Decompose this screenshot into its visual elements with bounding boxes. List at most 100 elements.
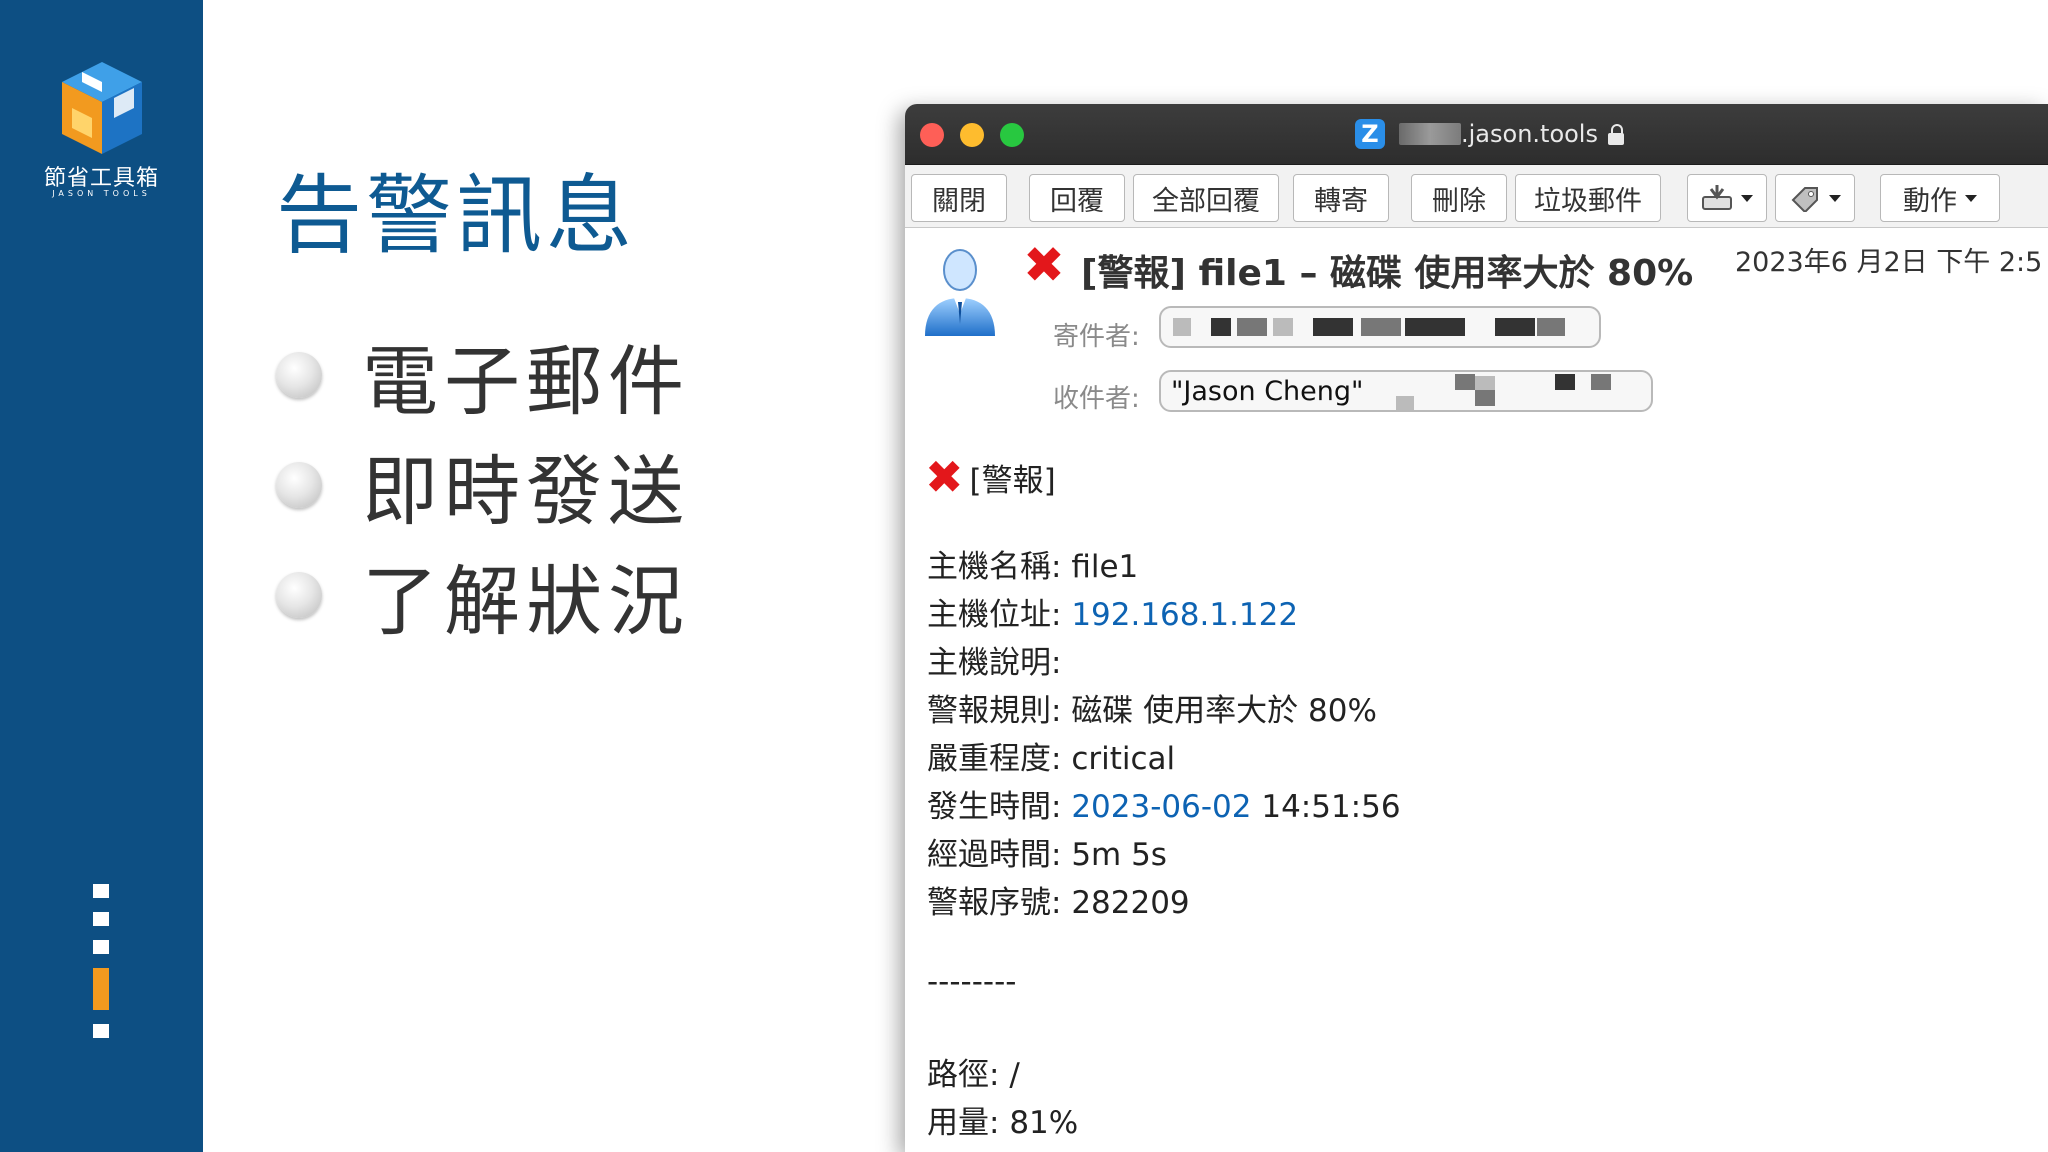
- minimize-window-button[interactable]: [960, 123, 984, 147]
- separator-line: --------: [927, 964, 1017, 1000]
- detail-label: 主機名稱: [927, 549, 1051, 585]
- redacted-pixels: [1455, 374, 1475, 390]
- close-window-button[interactable]: [920, 123, 944, 147]
- bullet-text: 電子郵件: [362, 337, 690, 426]
- progress-dot-active: [93, 968, 109, 1010]
- reply-button[interactable]: 回覆: [1029, 174, 1125, 222]
- alert-heading-text: [警報]: [969, 462, 1056, 499]
- detail-label: 發生時間: [927, 789, 1051, 825]
- alert-details-extra: 路徑: / 用量: 81%: [927, 1049, 1078, 1145]
- alert-detail-row: 主機名稱: file1: [927, 549, 1139, 585]
- to-field[interactable]: "Jason Cheng": [1159, 370, 1653, 412]
- to-value: "Jason Cheng": [1171, 375, 1364, 407]
- delete-button[interactable]: 刪除: [1411, 174, 1507, 222]
- close-button[interactable]: 關閉: [911, 174, 1007, 222]
- mail-toolbar: 關閉 回覆 全部回覆 轉寄 刪除 垃圾郵件 動作: [905, 165, 2048, 228]
- detail-value: /: [1009, 1057, 1020, 1093]
- from-field[interactable]: [1159, 306, 1601, 348]
- chevron-down-icon: [1829, 194, 1841, 202]
- detail-label: 路徑: [927, 1057, 989, 1093]
- from-label: 寄件者:: [1053, 322, 1140, 352]
- redacted-pixels: [1555, 374, 1575, 390]
- bullet-list: 電子郵件 即時發送 了解狀況: [276, 320, 690, 650]
- detail-value: 5m 5s: [1071, 837, 1167, 873]
- move-menu-button[interactable]: [1687, 174, 1767, 222]
- redacted-pixels: [1173, 318, 1191, 336]
- window-title-text: .jason.tools: [1461, 120, 1598, 148]
- tag-menu-button[interactable]: [1775, 174, 1855, 222]
- progress-dot: [93, 940, 109, 954]
- detail-value: 81%: [1009, 1105, 1079, 1141]
- bullet-dot-icon: [276, 462, 322, 508]
- alert-detail-row: 主機說明:: [927, 645, 1062, 681]
- to-label: 收件者:: [1053, 384, 1140, 414]
- spam-button[interactable]: 垃圾郵件: [1515, 174, 1661, 222]
- detail-label: 警報規則: [927, 693, 1051, 729]
- brand-name-en: JASON TOOLS: [52, 189, 151, 198]
- redacted-subdomain: [1399, 123, 1461, 145]
- bullet-text: 即時發送: [362, 447, 690, 536]
- forward-button[interactable]: 轉寄: [1293, 174, 1389, 222]
- detail-label: 主機說明: [927, 645, 1051, 681]
- redacted-pixels: [1475, 390, 1495, 406]
- lock-icon: [1607, 124, 1624, 145]
- detail-value: 14:51:56: [1261, 789, 1401, 825]
- redacted-pixels: [1361, 318, 1401, 336]
- progress-dot: [93, 912, 109, 926]
- message-subject: [警報] file1 – 磁碟 使用率大於 80%: [1081, 253, 1694, 294]
- alert-detail-row: 發生時間: 2023-06-02 14:51:56: [927, 789, 1401, 825]
- redacted-pixels: [1313, 318, 1353, 336]
- message-date: 2023年6 月2日 下午 2:5: [1735, 247, 2043, 278]
- alert-x-icon: ✖: [925, 450, 964, 504]
- redacted-pixels: [1396, 396, 1414, 410]
- redacted-pixels: [1537, 318, 1565, 336]
- mail-window: Z .jason.tools 關閉 回覆 全部回覆 轉寄 刪除 垃圾郵件 動作 …: [905, 104, 2048, 1152]
- zoom-window-button[interactable]: [1000, 123, 1024, 147]
- inbox-tray-icon: [1702, 185, 1732, 210]
- bullet-item: 即時發送: [276, 430, 690, 540]
- slide-title: 告警訊息: [276, 166, 636, 266]
- redacted-pixels: [1405, 318, 1465, 336]
- bullet-item: 電子郵件: [276, 320, 690, 430]
- actions-label: 動作: [1903, 185, 1957, 217]
- alert-detail-row: 主機位址: 192.168.1.122: [927, 597, 1299, 633]
- detail-label: 用量: [927, 1105, 989, 1141]
- alert-details: 主機名稱: file1 主機位址: 192.168.1.122 主機說明: 警報規則…: [927, 541, 1401, 925]
- brand-name-cn: 節省工具箱: [43, 166, 159, 191]
- bullet-dot-icon: [276, 352, 322, 398]
- redacted-pixels: [1591, 374, 1611, 390]
- reply-all-button[interactable]: 全部回覆: [1133, 174, 1279, 222]
- alert-detail-row: 嚴重程度: critical: [927, 741, 1176, 777]
- bullet-text: 了解狀況: [362, 557, 690, 646]
- detail-label: 警報序號: [927, 885, 1051, 921]
- detail-value: file1: [1071, 549, 1139, 585]
- jason-tools-logo: [62, 62, 142, 154]
- detail-link[interactable]: 192.168.1.122: [1071, 597, 1298, 633]
- bullet-dot-icon: [276, 572, 322, 618]
- detail-value: 磁碟 使用率大於 80%: [1071, 693, 1377, 729]
- redacted-pixels: [1211, 318, 1231, 336]
- progress-dot: [93, 884, 109, 898]
- redacted-pixels: [1475, 376, 1495, 390]
- zimbra-app-icon: Z: [1355, 119, 1385, 149]
- detail-value: 282209: [1071, 885, 1190, 921]
- bullet-item: 了解狀況: [276, 540, 690, 650]
- alert-detail-row: 警報規則: 磁碟 使用率大於 80%: [927, 693, 1377, 729]
- progress-dot: [93, 1024, 109, 1038]
- alert-detail-row: 用量: 81%: [927, 1105, 1079, 1141]
- redacted-pixels: [1273, 318, 1293, 336]
- redacted-pixels: [1237, 318, 1267, 336]
- window-titlebar[interactable]: Z .jason.tools: [905, 104, 2048, 165]
- slide: 節省工具箱 JASON TOOLS 告警訊息 電子郵件 即時發送 了解狀況 Z …: [0, 0, 2048, 1152]
- alert-detail-row: 路徑: /: [927, 1057, 1020, 1093]
- tag-icon: [1791, 187, 1818, 212]
- detail-label: 主機位址: [927, 597, 1051, 633]
- detail-link[interactable]: 2023-06-02: [1071, 789, 1251, 825]
- chevron-down-icon: [1741, 194, 1753, 202]
- alert-detail-row: 警報序號: 282209: [927, 885, 1190, 921]
- alert-heading: ✖ [警報]: [925, 454, 1056, 500]
- actions-menu-button[interactable]: 動作: [1880, 174, 2000, 222]
- slide-sidebar: 節省工具箱 JASON TOOLS: [0, 0, 203, 1152]
- alert-x-icon: ✖: [1023, 236, 1065, 294]
- redacted-pixels: [1495, 318, 1535, 336]
